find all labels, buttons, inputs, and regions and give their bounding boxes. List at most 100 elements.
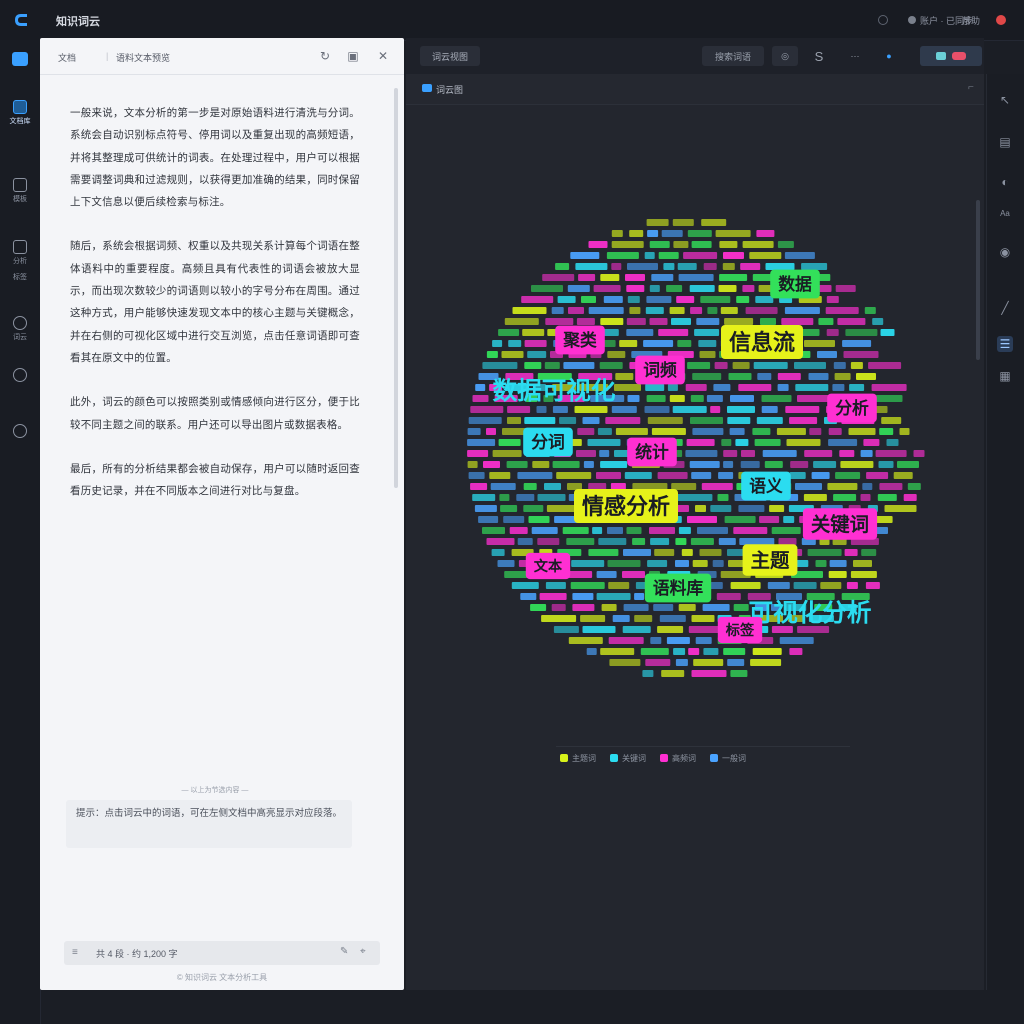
rail-analysis[interactable]: 分析 — [0, 240, 40, 266]
legend-swatch — [560, 754, 568, 763]
word-cloud-term[interactable]: 聚类 — [555, 325, 605, 355]
rail-home[interactable] — [0, 52, 40, 66]
word-cloud-filler-word — [632, 483, 668, 490]
rail-documents[interactable]: 文档库 — [0, 100, 40, 126]
word-cloud-filler-word — [777, 373, 801, 380]
app-logo-icon[interactable] — [12, 11, 30, 29]
palette-icon[interactable]: ◐ — [997, 174, 1013, 190]
word-cloud-filler-word — [582, 626, 616, 633]
legend-item[interactable]: 主题词 — [560, 753, 596, 764]
legend-item[interactable]: 关键词 — [610, 753, 646, 764]
word-cloud-term[interactable]: 文本 — [525, 552, 571, 580]
word-cloud-filler-word — [733, 527, 768, 534]
word-cloud-filler-word — [862, 483, 873, 490]
edit-icon[interactable]: ✎ — [340, 946, 348, 957]
word-cloud-filler-word — [803, 494, 827, 501]
word-cloud-filler-word — [470, 483, 488, 490]
word-cloud-term-label: 标签 — [725, 622, 755, 639]
word-cloud-filler-word — [468, 472, 485, 479]
word-cloud-term[interactable]: 词频 — [635, 355, 685, 385]
notification-button[interactable] — [996, 10, 1006, 30]
word-cloud-filler-word — [784, 252, 815, 259]
word-cloud-term[interactable]: 数据可视化 — [485, 372, 624, 409]
save-icon[interactable]: ▦ — [997, 368, 1013, 384]
word-cloud-filler-word — [700, 296, 731, 303]
text-size-icon[interactable]: Aa — [997, 206, 1013, 222]
word-cloud-filler-word — [840, 461, 874, 468]
legend-item[interactable]: 高频词 — [660, 753, 696, 764]
word-cloud-filler-word — [727, 659, 745, 666]
word-cloud-term[interactable]: 数据 — [770, 269, 820, 299]
word-cloud-filler-word — [790, 461, 809, 468]
legend-item[interactable]: 一般词 — [710, 753, 746, 764]
word-cloud-filler-word — [650, 637, 662, 644]
rail-wordcloud-label: 词云 — [13, 334, 27, 341]
word-cloud-term[interactable]: 语义 — [741, 471, 791, 501]
image-icon[interactable]: ▤ — [997, 134, 1013, 150]
refresh-icon[interactable]: ↻ — [318, 49, 332, 63]
rail-share[interactable] — [0, 424, 40, 438]
word-cloud-filler-word — [588, 307, 624, 314]
word-cloud-filler-word — [719, 241, 738, 248]
pin-icon[interactable]: ⌖ — [360, 946, 366, 957]
word-cloud-filler-word — [878, 461, 894, 468]
word-cloud-term[interactable]: 标签 — [717, 616, 763, 644]
canvas-scrollbar[interactable] — [976, 200, 980, 360]
style-button[interactable]: S — [806, 46, 832, 66]
refresh-cloud-icon[interactable]: ◉ — [997, 244, 1013, 260]
word-cloud-filler-word — [572, 604, 595, 611]
word-cloud-term[interactable]: 信息流 — [721, 325, 803, 359]
copy-icon[interactable]: ▣ — [346, 49, 360, 63]
line-icon[interactable]: ╱ — [997, 300, 1013, 316]
word-cloud[interactable]: 数据信息流数据可视化 词频分析分词 统计语义情感分析关键词文本 主题语料库 聚类可视化分… — [450, 200, 940, 690]
word-cloud-term[interactable]: 分词 — [523, 427, 573, 457]
word-cloud-filler-word — [811, 472, 830, 479]
rail-wordcloud[interactable]: 词云 — [0, 316, 40, 342]
word-cloud-filler-word — [675, 538, 687, 545]
word-cloud-filler-word — [539, 593, 567, 600]
word-cloud-filler-word — [634, 615, 653, 622]
word-cloud-filler-word — [843, 351, 879, 358]
word-cloud-filler-word — [856, 373, 876, 380]
layers-icon[interactable]: ☰ — [997, 336, 1013, 352]
word-cloud-filler-word — [649, 285, 660, 292]
word-cloud-filler-word — [899, 428, 910, 435]
word-cloud-filler-word — [482, 362, 518, 369]
rail-tags[interactable]: 标签 — [0, 272, 40, 282]
export-button[interactable] — [920, 46, 982, 66]
word-cloud-term[interactable]: 语料库 — [644, 573, 712, 603]
word-cloud-term[interactable]: 主题 — [742, 544, 798, 576]
settings-button[interactable] — [878, 10, 888, 30]
more-button[interactable]: ··· — [842, 46, 868, 66]
word-cloud-filler-word — [646, 395, 666, 402]
word-cloud-term-label: 可视化分析 — [749, 598, 872, 627]
word-cloud-filler-word — [817, 351, 837, 358]
account-icon — [908, 16, 916, 24]
document-scrollbar[interactable] — [394, 88, 398, 488]
word-cloud-filler-word — [588, 483, 607, 490]
word-cloud-filler-word — [491, 549, 505, 556]
close-icon[interactable]: ✕ — [376, 49, 390, 63]
word-cloud-filler-word — [825, 307, 859, 314]
word-cloud-filler-word — [764, 461, 783, 468]
globe-button[interactable]: ● — [876, 46, 902, 66]
zoom-button[interactable]: ◎ — [772, 46, 798, 66]
rail-templates[interactable]: 模板 — [0, 178, 40, 204]
view-tab[interactable]: 词云视图 — [420, 46, 480, 66]
word-cloud-term[interactable]: 统计 — [627, 437, 677, 467]
word-cloud-filler-word — [486, 351, 498, 358]
word-cloud-term[interactable]: 关键词 — [802, 508, 878, 540]
search-input[interactable]: 搜索词语 — [702, 46, 764, 66]
word-cloud-term[interactable]: 情感分析 — [574, 489, 678, 523]
word-cloud-term[interactable]: 分析 — [827, 393, 877, 423]
document-paragraph: 最后，所有的分析结果都会被自动保存，用户可以随时返回查看历史记录，并在不同版本之… — [70, 462, 360, 498]
word-cloud-filler-word — [752, 648, 782, 655]
word-cloud-filler-word — [828, 439, 858, 446]
word-cloud-filler-word — [779, 637, 814, 644]
word-cloud-filler-word — [658, 252, 679, 259]
help-button[interactable]: 帮助 — [962, 10, 980, 30]
expand-icon[interactable]: ⌐ — [968, 82, 974, 93]
pointer-icon[interactable]: ↖ — [997, 92, 1013, 108]
rail-history[interactable] — [0, 368, 40, 382]
document-tab[interactable]: 文档 — [58, 51, 76, 64]
